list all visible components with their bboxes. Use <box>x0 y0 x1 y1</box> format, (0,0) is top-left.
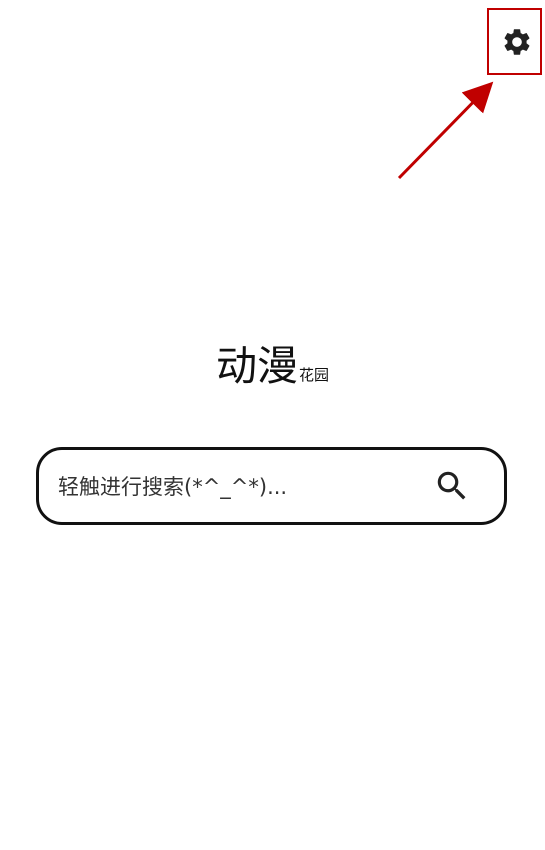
brand-title-main: 动漫 <box>215 342 298 390</box>
search-placeholder: 轻触进行搜索(*^_^*)... <box>58 475 288 499</box>
search-bar[interactable]: 轻触进行搜索(*^_^*)... <box>36 447 507 525</box>
brand-title-sub: 花园 <box>298 366 329 384</box>
gear-icon <box>504 29 530 55</box>
annotation-arrow <box>397 81 494 180</box>
settings-button[interactable] <box>497 22 537 62</box>
app-logo-title: 动漫花园 <box>0 338 545 394</box>
home-screen: 动漫花园 轻触进行搜索(*^_^*)... <box>0 0 545 850</box>
search-icon <box>437 471 466 500</box>
search-button[interactable] <box>430 464 474 508</box>
